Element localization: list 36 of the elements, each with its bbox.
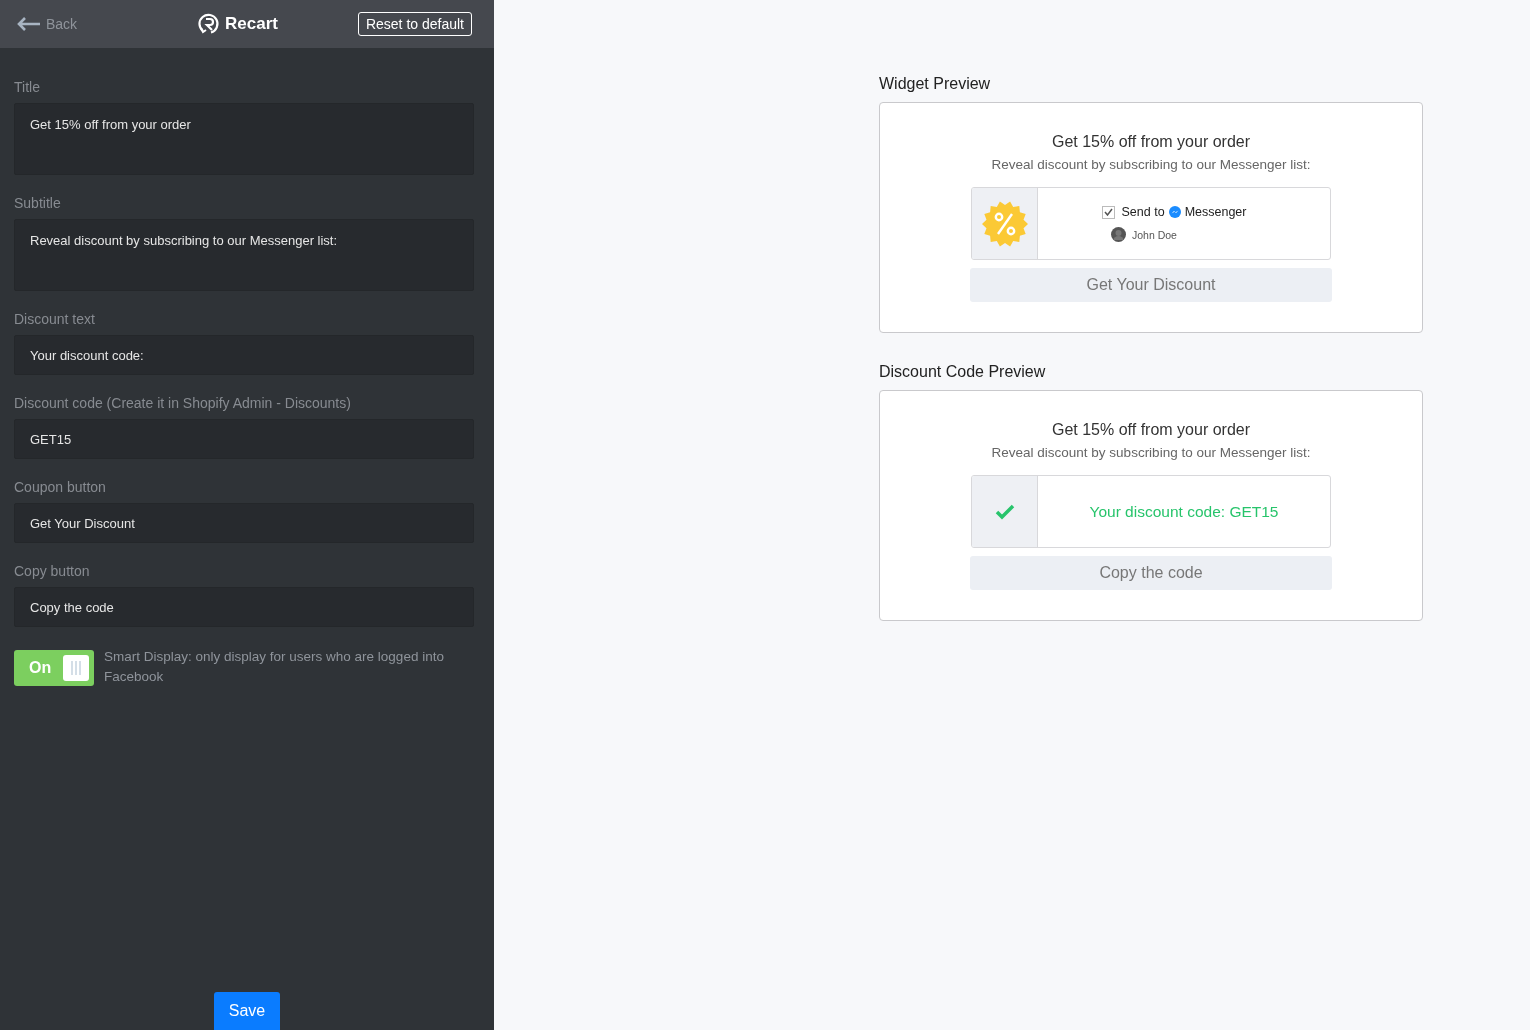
preview-button[interactable]: Get Your Discount (970, 268, 1332, 302)
checkbox[interactable] (1101, 205, 1115, 219)
field-label: Coupon button (14, 479, 107, 495)
logo-icon (197, 12, 222, 36)
reset-button[interactable]: Reset to default (357, 12, 472, 36)
send-to-text: Send to (1121, 205, 1165, 219)
grip-icon (69, 660, 83, 676)
discount-code-text: Your discount code: GET15 (1089, 502, 1279, 521)
smart-display-text: Smart Display: only display for users who are logged into Facebook (104, 648, 445, 686)
input-field[interactable]: Get Your Discount (14, 503, 474, 543)
discount-badge-icon (980, 199, 1029, 248)
field-label: Copy button (14, 563, 91, 579)
save-button[interactable]: Save (214, 992, 280, 1030)
input-field[interactable]: GET15 (14, 419, 474, 459)
back-arrow-icon[interactable] (17, 17, 41, 31)
messenger-text: Messenger (1184, 205, 1247, 219)
field-label: Subtitle (14, 195, 62, 211)
input-field[interactable]: Your discount code: (14, 335, 474, 375)
text-area[interactable]: Reveal discount by subscribing to our Messenger list: (14, 219, 474, 291)
preview-subtitle: Reveal discount by subscribing to our Messenger list: (991, 445, 1311, 460)
preview-title: Get 15% off from your order (1052, 133, 1250, 151)
input-field[interactable]: Copy the code (14, 587, 474, 627)
avatar-icon (1111, 227, 1126, 242)
preview-subtitle: Reveal discount by subscribing to our Messenger list: (991, 157, 1311, 172)
check-icon (994, 503, 1015, 520)
text-area[interactable]: Get 15% off from your order (14, 103, 474, 175)
field-label: Discount code (Create it in Shopify Admin - Discounts) (14, 395, 352, 411)
messenger-icon (1168, 206, 1181, 218)
section-heading: Discount Code Preview (879, 363, 1047, 381)
preview-button[interactable]: Copy the code (970, 556, 1332, 590)
preview-title: Get 15% off from your order (1052, 421, 1250, 439)
logo-text: Recart (225, 14, 278, 34)
field-label: Title (14, 79, 41, 95)
field-label: Discount text (14, 311, 96, 327)
section-heading: Widget Preview (879, 75, 992, 93)
user-name: John Doe (1132, 228, 1177, 241)
